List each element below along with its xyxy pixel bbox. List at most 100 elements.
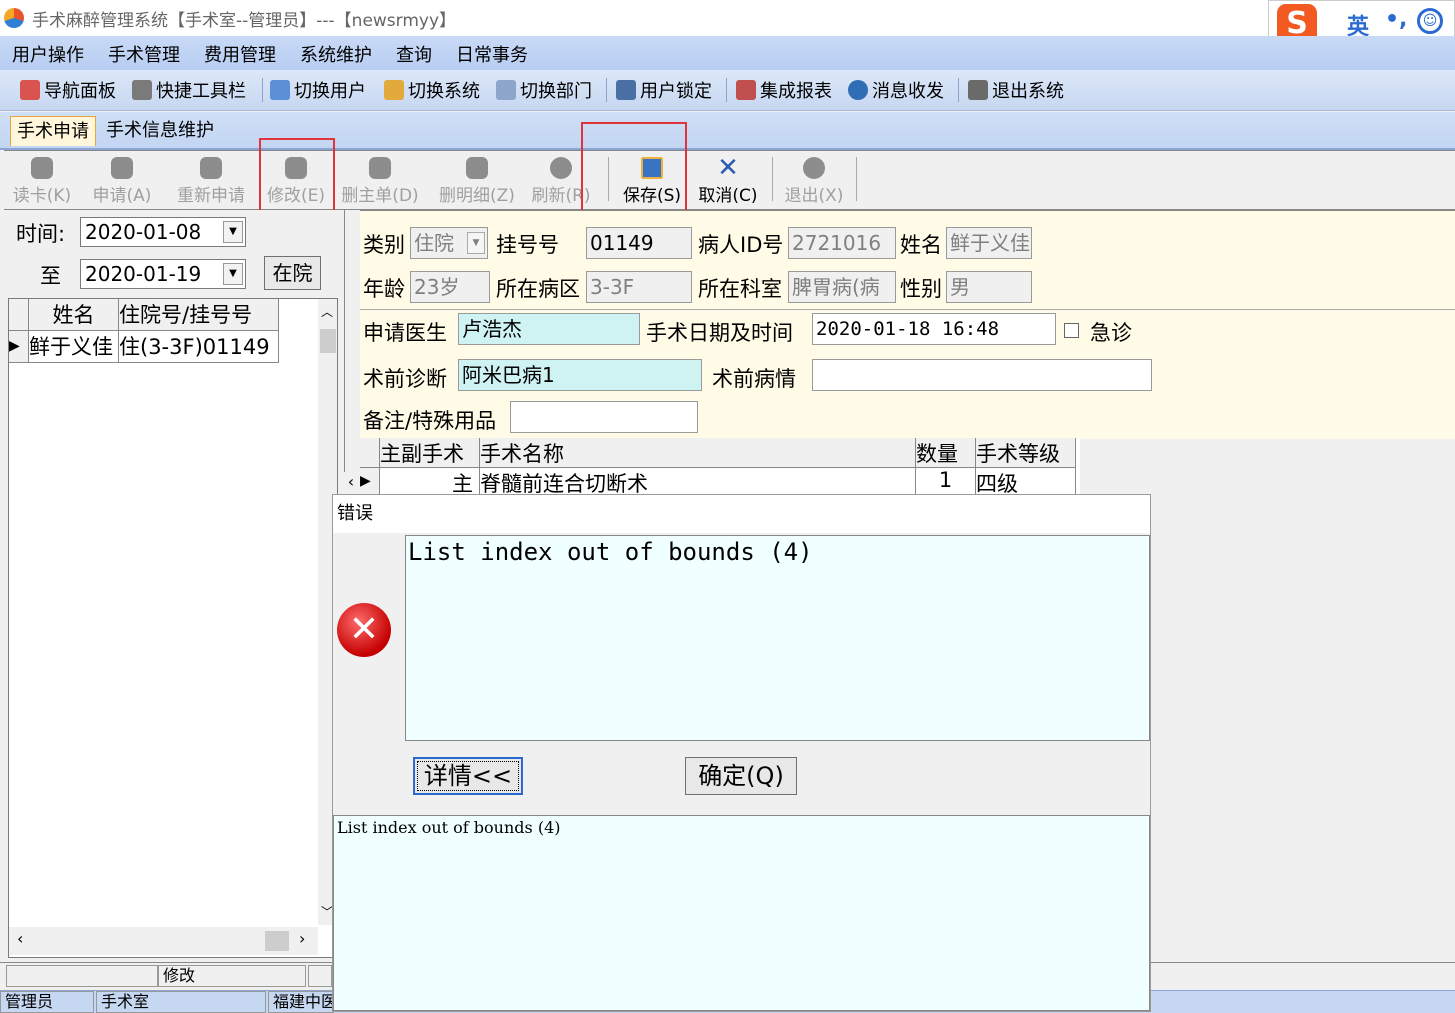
column-header-level[interactable]: 手术等级 — [976, 438, 1076, 468]
patient-id-cell[interactable]: 住(3-3F)01149 — [119, 331, 279, 363]
toolbar-separator — [606, 78, 607, 102]
age-field[interactable]: 23岁 — [410, 271, 490, 303]
error-message: List index out of bounds (4) — [405, 535, 1150, 741]
patient-name-cell[interactable]: 鲜于义佳 — [29, 331, 119, 363]
op-name-cell[interactable]: 脊髓前连合切断术 — [480, 468, 916, 496]
toolbar-switch-user[interactable]: 切换用户 — [270, 78, 366, 102]
scroll-right-icon[interactable]: › — [299, 929, 305, 948]
age-label: 年龄 — [363, 277, 405, 301]
patient-id-label: 病人ID号 — [698, 233, 784, 257]
menu-surgery-mgmt[interactable]: 手术管理 — [108, 41, 180, 67]
time-label: 时间: — [16, 222, 66, 246]
column-header-op-type[interactable]: 主副手术 — [380, 438, 480, 468]
exit-button[interactable]: 退出(X) — [774, 153, 854, 206]
op-qty-cell[interactable]: 1 — [916, 468, 976, 496]
column-header-id[interactable]: 住院号/挂号号 — [119, 299, 279, 331]
scroll-left-icon[interactable]: ‹ — [344, 472, 358, 496]
dept-field[interactable]: 脾胃病(病 — [788, 271, 896, 303]
hscroll-thumb[interactable] — [265, 931, 289, 951]
ime-punctuation-toggle[interactable]: •, — [1385, 7, 1407, 32]
in-hospital-button[interactable]: 在院 — [264, 256, 321, 290]
toolbar-user-lock[interactable]: 用户锁定 — [616, 78, 712, 102]
scroll-up-icon[interactable]: ︿ — [321, 303, 333, 320]
horizontal-scrollbar[interactable]: ‹ › — [9, 927, 318, 955]
toolbar-exit[interactable]: 退出系统 — [968, 78, 1064, 102]
cancel-icon: ✕ — [717, 153, 739, 183]
menu-bar: 用户操作 手术管理 费用管理 系统维护 查询 日常事务 — [0, 36, 1455, 70]
op-type-cell[interactable]: 主 — [380, 468, 480, 496]
date-to-picker[interactable]: 2020-01-19 ▼ — [80, 259, 246, 289]
switch-system-icon — [384, 80, 404, 100]
quick-tools-icon — [132, 80, 152, 100]
to-label: 至 — [40, 264, 61, 288]
dropdown-arrow-icon[interactable]: ▼ — [223, 263, 243, 285]
column-header-qty[interactable]: 数量 — [916, 438, 976, 468]
patient-id-field[interactable]: 2721016 — [788, 227, 896, 259]
menu-query[interactable]: 查询 — [396, 41, 432, 67]
category-select[interactable]: 住院 ▼ — [410, 227, 488, 259]
toolbar-nav-panel[interactable]: 导航面板 — [20, 78, 116, 102]
scroll-left-icon[interactable]: ‹ — [17, 929, 23, 948]
remark-field[interactable] — [510, 401, 698, 433]
diagnosis-field[interactable]: 阿米巴病1 — [458, 359, 702, 391]
toolbar-switch-dept[interactable]: 切换部门 — [496, 78, 592, 102]
status-dept: 手术室 — [96, 991, 266, 1013]
toolbar-quick-tools[interactable]: 快捷工具栏 — [132, 78, 246, 102]
delete-main-icon — [369, 157, 391, 179]
row-indicator-header — [9, 299, 29, 331]
tab-surgery-request[interactable]: 手术申请 — [10, 116, 96, 146]
cancel-button[interactable]: ✕ 取消(C) — [688, 153, 768, 206]
menu-system-maint[interactable]: 系统维护 — [300, 41, 372, 67]
error-details-text[interactable]: List index out of bounds (4) — [333, 815, 1150, 1011]
exit-icon — [968, 80, 988, 100]
error-dialog: 错误 ✕ List index out of bounds (4) 详情<< 确… — [332, 494, 1151, 1012]
menu-fee-mgmt[interactable]: 费用管理 — [204, 41, 276, 67]
nav-panel-icon — [20, 80, 40, 100]
menu-daily[interactable]: 日常事务 — [456, 41, 528, 67]
highlight-save — [581, 122, 687, 224]
name-field[interactable]: 鲜于义佳 — [946, 227, 1032, 259]
ward-field[interactable]: 3-3F — [586, 271, 692, 303]
emergency-checkbox[interactable] — [1064, 323, 1079, 338]
read-card-button[interactable]: 读卡(K) — [2, 153, 82, 206]
op-level-cell[interactable]: 四级 — [976, 468, 1076, 496]
apply-icon — [111, 157, 133, 179]
delete-main-button[interactable]: 删主单(D) — [338, 153, 422, 206]
toolbar-messages[interactable]: 消息收发 — [848, 78, 944, 102]
diagnosis-label: 术前诊断 — [363, 367, 447, 391]
current-row-arrow-icon: ▶ — [9, 331, 29, 363]
user-lock-icon — [616, 80, 636, 100]
ime-emoji-icon[interactable]: ☺ — [1417, 8, 1443, 34]
action-toolbar: 读卡(K) 申请(A) 重新申请 修改(E) 删主单(D) 删明细(Z) 刷新(… — [4, 150, 1455, 210]
column-header-op-name[interactable]: 手术名称 — [480, 438, 916, 468]
delete-detail-button[interactable]: 删明细(Z) — [434, 153, 520, 206]
status-hospital: 福建中医 — [268, 991, 334, 1013]
date-from-picker[interactable]: 2020-01-08 ▼ — [80, 217, 246, 247]
main-toolbar: 导航面板 快捷工具栏 切换用户 切换系统 切换部门 用户锁定 集成报表 消息收发… — [0, 70, 1455, 111]
tab-surgery-info[interactable]: 手术信息维护 — [100, 116, 220, 146]
action-separator — [772, 157, 773, 201]
scroll-thumb[interactable] — [320, 329, 336, 353]
ward-label: 所在病区 — [496, 277, 580, 301]
app-logo-icon — [4, 8, 24, 28]
reg-no-field[interactable]: 01149 — [586, 227, 692, 259]
column-header-name[interactable]: 姓名 — [29, 299, 119, 331]
toolbar-reports[interactable]: 集成报表 — [736, 78, 832, 102]
apply-button[interactable]: 申请(A) — [82, 153, 162, 206]
category-label: 类别 — [363, 233, 405, 257]
toolbar-switch-system[interactable]: 切换系统 — [384, 78, 480, 102]
dropdown-arrow-icon[interactable]: ▼ — [223, 221, 243, 243]
dropdown-arrow-icon[interactable]: ▼ — [467, 232, 485, 254]
ok-button[interactable]: 确定(Q) — [685, 757, 797, 795]
info-icon — [848, 80, 868, 100]
row-indicator-header — [360, 438, 380, 468]
menu-user-ops[interactable]: 用户操作 — [12, 41, 84, 67]
details-button[interactable]: 详情<< — [413, 757, 523, 795]
op-datetime-field[interactable]: 2020-01-18 16:48 — [812, 313, 1056, 345]
gender-field[interactable]: 男 — [946, 271, 1032, 303]
toolbar-separator — [262, 78, 263, 102]
reapply-button[interactable]: 重新申请 — [166, 153, 256, 206]
action-separator — [856, 157, 857, 201]
doctor-field[interactable]: 卢浩杰 — [458, 313, 640, 345]
condition-field[interactable] — [812, 359, 1152, 391]
